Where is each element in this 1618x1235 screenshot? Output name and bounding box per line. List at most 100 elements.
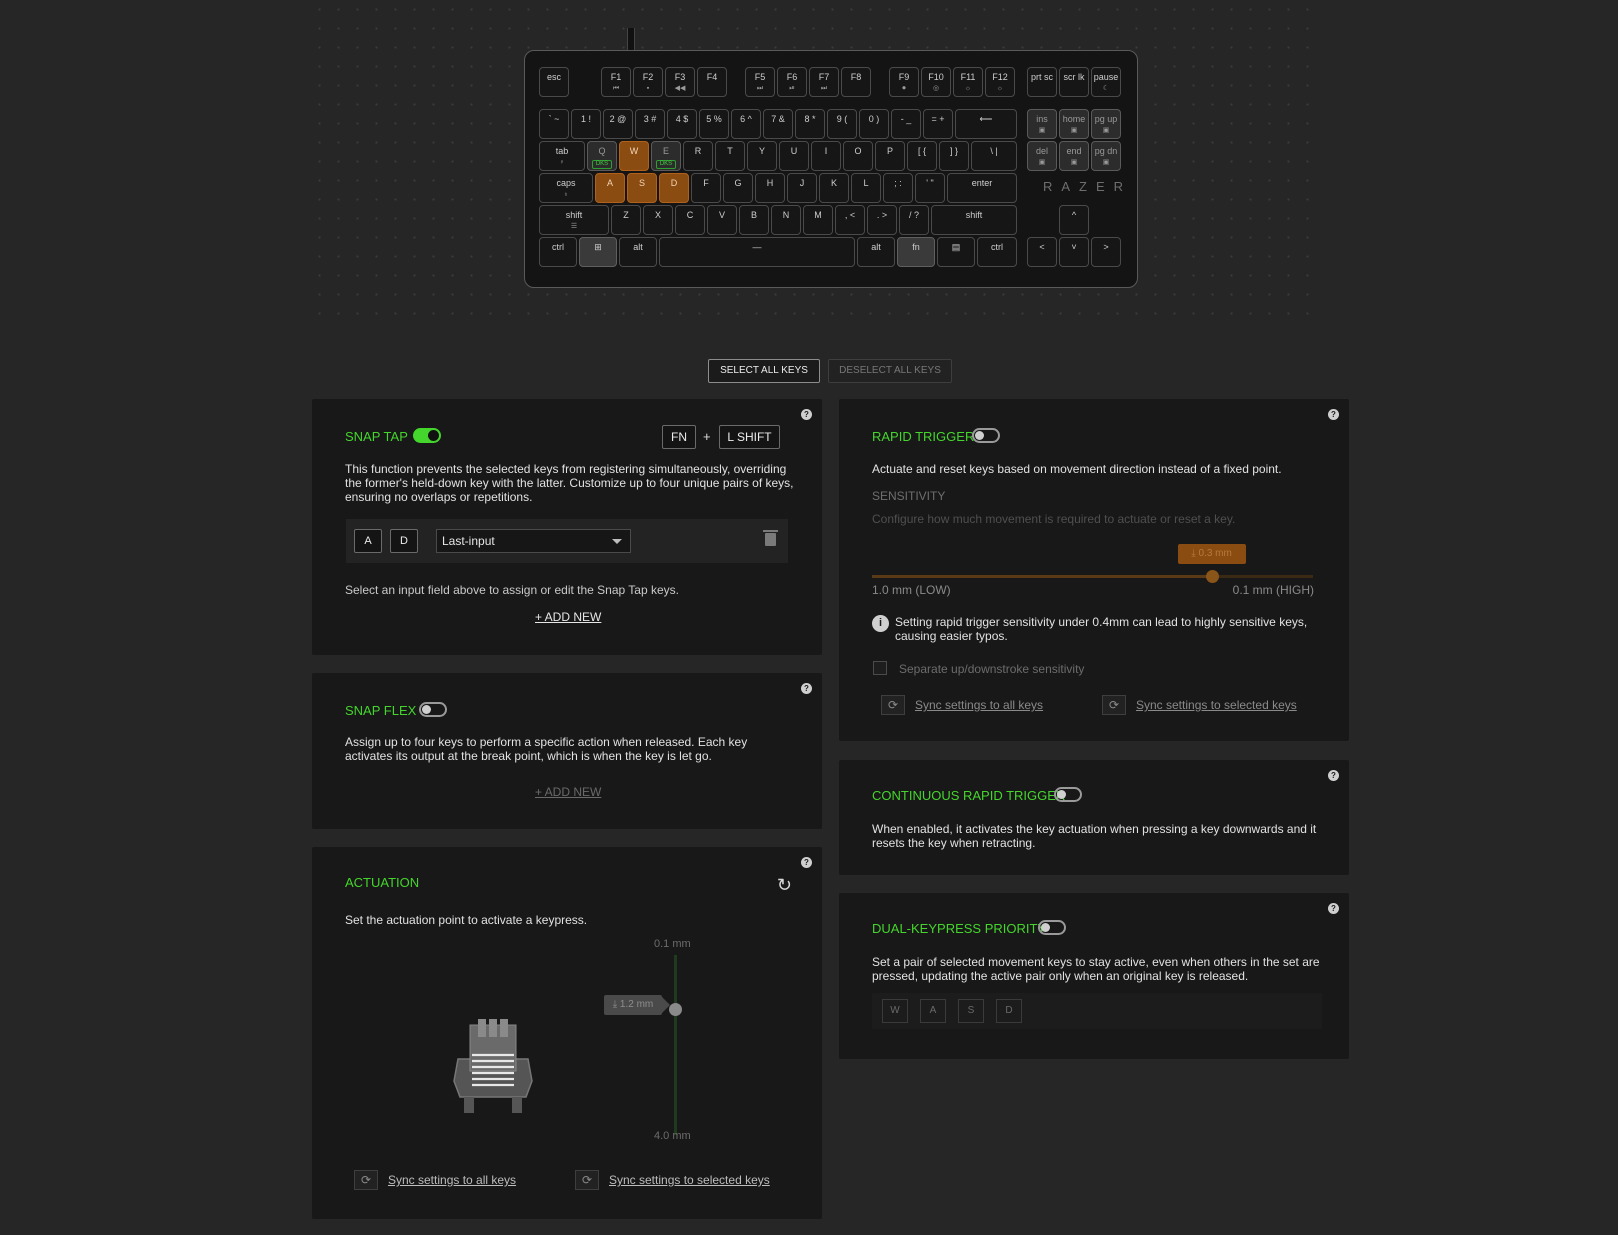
separate-sensitivity-checkbox[interactable] — [873, 661, 887, 675]
key-k3[interactable]: 3 # — [635, 109, 665, 139]
sync-icon[interactable]: ⟳ — [354, 1170, 378, 1190]
dual-keypress-key-s[interactable]: S — [958, 999, 984, 1023]
key-bslash[interactable]: \ | — [971, 141, 1017, 171]
dual-keypress-key-d[interactable]: D — [996, 999, 1022, 1023]
dual-keypress-key-a[interactable]: A — [920, 999, 946, 1023]
key-v[interactable]: V — [707, 205, 737, 235]
key-menu[interactable]: ▤ — [937, 237, 975, 267]
key-enter[interactable]: enter — [947, 173, 1017, 203]
key-i[interactable]: I — [811, 141, 841, 171]
key-semi[interactable]: ; : — [883, 173, 913, 203]
key-z[interactable]: Z — [611, 205, 641, 235]
sensitivity-slider[interactable]: ⤓ 0.3 mm — [872, 544, 1313, 583]
help-icon[interactable]: ? — [801, 857, 812, 868]
key-k7[interactable]: 7 & — [763, 109, 793, 139]
key-f1[interactable]: F1 ⏮ — [601, 67, 631, 97]
snap-tap-toggle[interactable] — [413, 428, 441, 443]
pair-key-a[interactable]: A — [354, 529, 382, 553]
key-lctrl[interactable]: ctrl — [539, 237, 577, 267]
sensitivity-slider-thumb[interactable] — [1205, 570, 1219, 583]
key-f5[interactable]: F5 ⏭ — [745, 67, 775, 97]
sync-selected-keys[interactable]: ⟳ Sync settings to selected keys — [575, 1170, 770, 1190]
key-l[interactable]: L — [851, 173, 881, 203]
sync-all-keys[interactable]: ⟳ Sync settings to all keys — [354, 1170, 516, 1190]
key-f6[interactable]: F6 ⏯ — [777, 67, 807, 97]
key-up[interactable]: ^ — [1059, 205, 1089, 235]
snap-flex-add-new-link[interactable]: + ADD NEW — [535, 785, 601, 799]
help-icon[interactable]: ? — [801, 409, 812, 420]
sync-icon[interactable]: ⟳ — [881, 695, 905, 715]
dual-keypress-toggle[interactable] — [1038, 920, 1066, 935]
key-right[interactable]: > — [1091, 237, 1121, 267]
key-f7[interactable]: F7 ⏭ — [809, 67, 839, 97]
snap-tap-add-new-link[interactable]: + ADD NEW — [535, 610, 601, 624]
deselect-all-keys-button[interactable]: DESELECT ALL KEYS — [828, 359, 952, 383]
key-k1[interactable]: 1 ! — [571, 109, 601, 139]
key-minus[interactable]: - _ — [891, 109, 921, 139]
key-q[interactable]: Q DKS — [587, 141, 617, 171]
key-left[interactable]: < — [1027, 237, 1057, 267]
key-grave[interactable]: ` ~ — [539, 109, 569, 139]
key-f2[interactable]: F2 ▪ — [633, 67, 663, 97]
help-icon[interactable]: ? — [801, 683, 812, 694]
key-quote[interactable]: ' " — [915, 173, 945, 203]
sync-icon[interactable]: ⟳ — [1102, 695, 1126, 715]
key-lalt[interactable]: alt — [619, 237, 657, 267]
sync-selected-keys-link[interactable]: Sync settings to selected keys — [1136, 698, 1297, 712]
key-lshift[interactable]: shift ☰ — [539, 205, 609, 235]
shortcut-lshift-key[interactable]: L SHIFT — [719, 425, 780, 449]
key-f12[interactable]: F12 ☼ — [985, 67, 1015, 97]
key-caps[interactable]: caps ♁ — [539, 173, 593, 203]
key-equal[interactable]: = + — [923, 109, 953, 139]
key-comma[interactable]: , < — [835, 205, 865, 235]
key-home[interactable]: home ▣ — [1059, 109, 1089, 139]
key-pause[interactable]: pause ☾ — [1091, 67, 1121, 97]
key-b[interactable]: B — [739, 205, 769, 235]
help-icon[interactable]: ? — [1328, 770, 1339, 781]
key-k9[interactable]: 9 ( — [827, 109, 857, 139]
key-c[interactable]: C — [675, 205, 705, 235]
key-f3[interactable]: F3 ◀◀ — [665, 67, 695, 97]
key-r[interactable]: R — [683, 141, 713, 171]
shortcut-fn-key[interactable]: FN — [662, 425, 696, 449]
key-y[interactable]: Y — [747, 141, 777, 171]
key-f[interactable]: F — [691, 173, 721, 203]
key-e[interactable]: E DKS — [651, 141, 681, 171]
continuous-rapid-trigger-toggle[interactable] — [1054, 787, 1082, 802]
key-space[interactable]: — — [659, 237, 855, 267]
help-icon[interactable]: ? — [1328, 903, 1339, 914]
pair-key-d[interactable]: D — [390, 529, 418, 553]
key-ins[interactable]: ins ▣ — [1027, 109, 1057, 139]
snap-tap-mode-select[interactable]: Last-input — [436, 529, 631, 553]
key-j[interactable]: J — [787, 173, 817, 203]
key-slash[interactable]: / ? — [899, 205, 929, 235]
key-rctrl[interactable]: ctrl — [977, 237, 1017, 267]
key-rbr[interactable]: ] } — [939, 141, 969, 171]
trash-icon[interactable] — [763, 530, 778, 546]
key-fn[interactable]: fn — [897, 237, 935, 267]
key-m[interactable]: M — [803, 205, 833, 235]
key-down[interactable]: ˅ — [1059, 237, 1089, 267]
key-f8[interactable]: F8 — [841, 67, 871, 97]
reset-icon[interactable]: ↻ — [777, 875, 792, 896]
key-esc[interactable]: esc — [539, 67, 569, 97]
key-scrlk[interactable]: scr lk — [1059, 67, 1089, 97]
key-k4[interactable]: 4 $ — [667, 109, 697, 139]
key-w[interactable]: W — [619, 141, 649, 171]
key-k8[interactable]: 8 * — [795, 109, 825, 139]
key-period[interactable]: . > — [867, 205, 897, 235]
key-f10[interactable]: F10 ◎ — [921, 67, 951, 97]
dual-keypress-key-w[interactable]: W — [882, 999, 908, 1023]
key-h[interactable]: H — [755, 173, 785, 203]
key-end[interactable]: end ▣ — [1059, 141, 1089, 171]
key-n[interactable]: N — [771, 205, 801, 235]
select-all-keys-button[interactable]: SELECT ALL KEYS — [708, 359, 820, 383]
key-x[interactable]: X — [643, 205, 673, 235]
key-g[interactable]: G — [723, 173, 753, 203]
key-k5[interactable]: 5 % — [699, 109, 729, 139]
key-win[interactable]: ⊞ — [579, 237, 617, 267]
sync-all-keys-link[interactable]: Sync settings to all keys — [388, 1173, 516, 1187]
key-tab[interactable]: tab ♀ — [539, 141, 585, 171]
actuation-slider[interactable] — [669, 955, 682, 1135]
key-k[interactable]: K — [819, 173, 849, 203]
